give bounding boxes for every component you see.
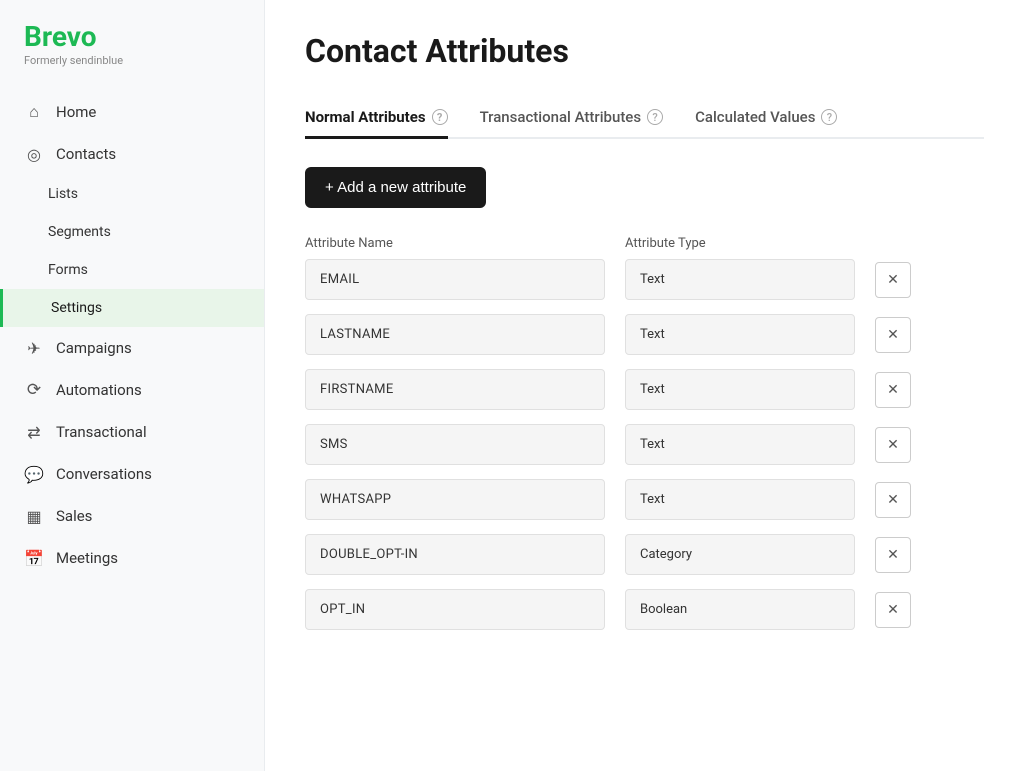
table-row: ✕: [305, 314, 984, 355]
attribute-rows: ✕ ✕ ✕ ✕ ✕ ✕ ✕: [305, 259, 984, 630]
sidebar-item-label-conversations: Conversations: [56, 465, 152, 483]
logo: Brevo Formerly sendinblue: [0, 0, 264, 83]
attr-name-field[interactable]: [305, 424, 605, 465]
attr-name-field[interactable]: [305, 479, 605, 520]
attr-name-field[interactable]: [305, 534, 605, 575]
attr-delete-button[interactable]: ✕: [875, 262, 911, 298]
sidebar-item-automations[interactable]: ⟳ Automations: [0, 369, 264, 411]
attr-type-field[interactable]: [625, 259, 855, 300]
table-row: ✕: [305, 589, 984, 630]
tab-transactional-label: Transactional Attributes: [480, 108, 642, 126]
tabs-bar: Normal Attributes ? Transactional Attrib…: [305, 98, 984, 139]
sidebar-item-sales[interactable]: ▦ Sales: [0, 495, 264, 537]
attr-type-field[interactable]: [625, 534, 855, 575]
sidebar-item-label-campaigns: Campaigns: [56, 339, 132, 357]
transactional-icon: ⇄: [24, 422, 44, 442]
main-content: Contact Attributes Normal Attributes ? T…: [265, 0, 1024, 771]
sidebar-item-label-contacts: Contacts: [56, 145, 116, 163]
table-row: ✕: [305, 369, 984, 410]
tab-calculated-help[interactable]: ?: [821, 109, 837, 125]
sidebar-item-forms[interactable]: Forms: [0, 251, 264, 289]
attr-name-field[interactable]: [305, 314, 605, 355]
attr-type-field[interactable]: [625, 479, 855, 520]
sidebar-item-label-lists: Lists: [48, 186, 78, 202]
nav-list: ⌂ Home ◎ Contacts Lists Segments Forms S…: [0, 83, 264, 587]
tab-transactional-help[interactable]: ?: [647, 109, 663, 125]
contacts-icon: ◎: [24, 144, 44, 164]
attr-type-field[interactable]: [625, 589, 855, 630]
sidebar-item-label-sales: Sales: [56, 507, 92, 525]
sidebar-item-label-automations: Automations: [56, 381, 142, 399]
attr-delete-button[interactable]: ✕: [875, 537, 911, 573]
col-name-header: Attribute Name: [305, 236, 605, 251]
table-row: ✕: [305, 479, 984, 520]
tab-normal-label: Normal Attributes: [305, 108, 426, 126]
sidebar-item-settings[interactable]: Settings: [0, 289, 264, 327]
sidebar-item-home[interactable]: ⌂ Home: [0, 91, 264, 133]
table-row: ✕: [305, 424, 984, 465]
sidebar-item-label-segments: Segments: [48, 224, 111, 240]
sales-icon: ▦: [24, 506, 44, 526]
logo-sub: Formerly sendinblue: [24, 54, 240, 67]
campaigns-icon: ✈: [24, 338, 44, 358]
attr-type-field[interactable]: [625, 314, 855, 355]
conversations-icon: 💬: [24, 464, 44, 484]
attr-name-field[interactable]: [305, 259, 605, 300]
table-header: Attribute Name Attribute Type: [305, 236, 984, 251]
attr-type-field[interactable]: [625, 369, 855, 410]
sidebar-item-label-settings: Settings: [51, 300, 102, 316]
attr-type-field[interactable]: [625, 424, 855, 465]
sidebar-item-label-transactional: Transactional: [56, 423, 147, 441]
logo-name: Brevo: [24, 20, 240, 53]
sidebar-item-conversations[interactable]: 💬 Conversations: [0, 453, 264, 495]
sidebar-item-transactional[interactable]: ⇄ Transactional: [0, 411, 264, 453]
table-row: ✕: [305, 259, 984, 300]
meetings-icon: 📅: [24, 548, 44, 568]
automations-icon: ⟳: [24, 380, 44, 400]
sidebar-item-segments[interactable]: Segments: [0, 213, 264, 251]
attr-delete-button[interactable]: ✕: [875, 372, 911, 408]
attr-name-field[interactable]: [305, 589, 605, 630]
attr-name-field[interactable]: [305, 369, 605, 410]
attr-delete-button[interactable]: ✕: [875, 482, 911, 518]
attr-delete-button[interactable]: ✕: [875, 592, 911, 628]
tab-calculated[interactable]: Calculated Values ?: [695, 98, 837, 139]
home-icon: ⌂: [24, 102, 44, 122]
attr-delete-button[interactable]: ✕: [875, 317, 911, 353]
sidebar-item-label-home: Home: [56, 103, 96, 121]
attr-delete-button[interactable]: ✕: [875, 427, 911, 463]
sidebar: Brevo Formerly sendinblue ⌂ Home ◎ Conta…: [0, 0, 265, 771]
page-title: Contact Attributes: [305, 32, 984, 70]
add-attribute-button[interactable]: + Add a new attribute: [305, 167, 486, 208]
tab-transactional[interactable]: Transactional Attributes ?: [480, 98, 664, 139]
sidebar-item-contacts[interactable]: ◎ Contacts: [0, 133, 264, 175]
table-row: ✕: [305, 534, 984, 575]
sidebar-item-lists[interactable]: Lists: [0, 175, 264, 213]
tab-normal-help[interactable]: ?: [432, 109, 448, 125]
tab-calculated-label: Calculated Values: [695, 108, 815, 126]
sidebar-item-label-meetings: Meetings: [56, 549, 118, 567]
col-type-header: Attribute Type: [625, 236, 885, 251]
sidebar-item-campaigns[interactable]: ✈ Campaigns: [0, 327, 264, 369]
sidebar-item-label-forms: Forms: [48, 262, 88, 278]
sidebar-item-meetings[interactable]: 📅 Meetings: [0, 537, 264, 579]
tab-normal[interactable]: Normal Attributes ?: [305, 98, 448, 139]
